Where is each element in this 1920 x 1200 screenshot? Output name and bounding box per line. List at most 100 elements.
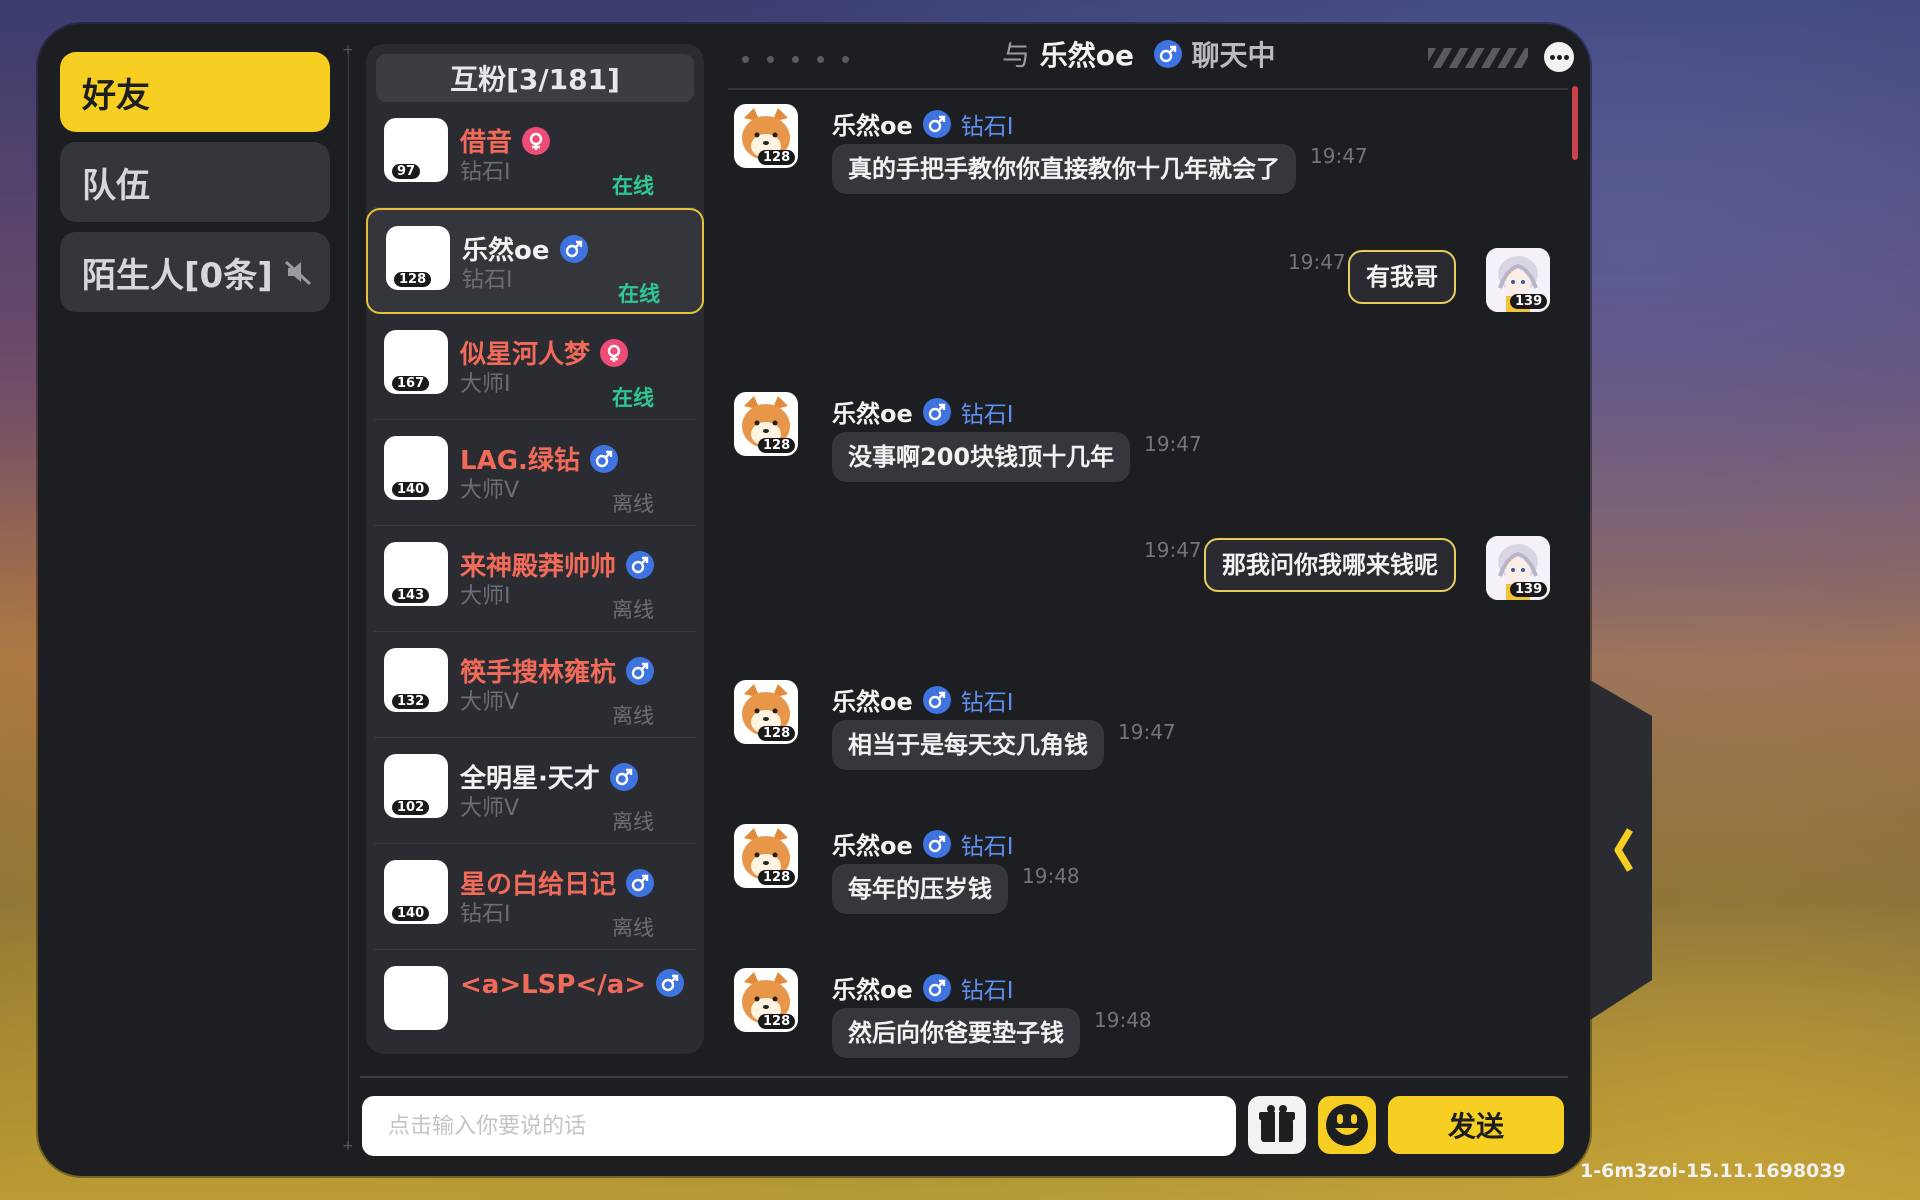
sender-rank: 钻石I [960,834,1014,860]
level-badge: 102 [392,800,430,815]
sender-line: 乐然oe 钻石I [832,682,1014,717]
category-tabs: 好友 队伍 陌生人[0条] [60,52,330,322]
friend-rank: 大师V [460,796,520,821]
level-badge: 140 [392,906,430,921]
message-time: 19:48 [1022,864,1080,888]
male-icon [589,444,618,473]
friend-rank: 大师I [460,584,511,609]
sender-line: 乐然oe 钻石I [832,106,1014,141]
message-bubble[interactable]: 有我哥 [1348,250,1456,304]
tab-label: 好友 [82,75,150,116]
message-bubble[interactable]: 然后向你爸要垫子钱 [832,1008,1080,1058]
friend-rank: 大师I [460,372,511,397]
emoji-button[interactable] [1318,1096,1376,1154]
male-icon [656,968,685,997]
level-badge: 139 [1510,582,1548,597]
partner-avatar[interactable]: 128 [734,968,798,1032]
friend-item[interactable]: 140 LAG.绿钻 大师V 离线 [374,420,696,526]
message-time: 19:47 [1310,144,1368,168]
chat-title-prefix: 与 [1002,39,1031,72]
female-icon [600,338,629,367]
friend-avatar: 140 [384,436,448,500]
sender-name: 乐然oe [832,832,913,860]
friend-status: 离线 [612,810,654,834]
gift-icon [1259,1105,1295,1142]
message-input[interactable] [362,1096,1236,1156]
message-text: 然后向你爸要垫子钱 [848,1019,1064,1047]
friend-avatar: 97 [384,118,448,182]
friend-rank: 钻石I [462,268,513,293]
male-icon [922,110,951,138]
friend-status: 在线 [618,282,660,306]
tab-label: 队伍 [82,165,150,206]
sender-rank: 钻石I [960,114,1014,140]
friend-item[interactable]: <a>LSP</a> [374,950,696,1054]
level-badge: 167 [392,376,430,391]
message-bubble[interactable]: 每年的压岁钱 [832,864,1008,914]
friend-item[interactable]: 97 借音 钻石I 在线 [374,102,696,208]
male-icon [922,398,951,426]
message-text: 有我哥 [1366,263,1438,291]
male-icon [1153,40,1182,68]
collapse-panel-tab[interactable] [1590,680,1652,1020]
male-icon [922,974,951,1002]
friend-rank: 大师V [460,478,520,503]
send-button[interactable]: 发送 [1388,1096,1564,1154]
message-text: 每年的压岁钱 [848,875,992,903]
message-bubble[interactable]: 没事啊200块钱顶十几年 [832,432,1131,482]
sender-name: 乐然oe [832,976,913,1004]
friend-list[interactable]: 互粉[3/181] 97 借音 钻石I 在线 128 乐然oe 钻石I 在线 167 似星河人梦大… [366,44,704,1054]
message-bubble[interactable]: 相当于是每天交几角钱 [832,720,1104,770]
message-text: 真的手把手教你你直接教你十几年就会了 [848,155,1280,183]
friend-name: <a>LSP</a> [460,968,685,1000]
friend-rank: 大师V [460,690,520,715]
male-icon [626,550,655,579]
tab-friends[interactable]: 好友 [60,52,330,132]
friend-status: 离线 [612,916,654,940]
gift-button[interactable] [1248,1096,1306,1154]
male-icon [922,830,951,858]
my-avatar[interactable]: 139 [1486,536,1550,600]
mute-icon[interactable] [282,256,314,288]
chat-title-suffix: 聊天中 [1191,39,1276,72]
female-icon [522,126,551,155]
partner-avatar[interactable]: 128 [734,104,798,168]
message-text: 没事啊200块钱顶十几年 [848,443,1115,471]
sender-line: 乐然oe 钻石I [832,826,1014,861]
sender-rank: 钻石I [960,690,1014,716]
friend-item[interactable]: 167 似星河人梦 大师I 在线 [374,314,696,420]
message-bubble[interactable]: 那我问你我哪来钱呢 [1204,538,1456,592]
male-icon [559,234,588,263]
friend-item[interactable]: 143 来神殿莽帅帅 大师I 离线 [374,526,696,632]
friend-avatar: 167 [384,330,448,394]
message-text: 那我问你我哪来钱呢 [1222,551,1438,579]
my-avatar[interactable]: 139 [1486,248,1550,312]
more-options-icon[interactable] [1544,42,1574,72]
level-badge: 139 [1510,294,1548,309]
tab-strangers[interactable]: 陌生人[0条] [60,232,330,312]
friend-item[interactable]: 128 乐然oe 钻石I 在线 [366,208,704,314]
partner-avatar[interactable]: 128 [734,680,798,744]
partner-avatar[interactable]: 128 [734,392,798,456]
tab-label: 陌生人[0条] [82,255,273,296]
message-time: 19:47 [1144,538,1202,562]
level-badge: 143 [392,588,430,603]
partner-avatar[interactable]: 128 [734,824,798,888]
friend-status: 离线 [612,598,654,622]
sender-name: 乐然oe [832,400,913,428]
chat-scrollbar[interactable] [1572,86,1578,160]
sender-name: 乐然oe [832,688,913,716]
level-badge: 128 [394,272,432,287]
message-text: 相当于是每天交几角钱 [848,731,1088,759]
friend-item[interactable]: 132 筷手搜林雍杭 大师V 离线 [374,632,696,738]
level-badge: 128 [758,1014,796,1029]
level-badge: 128 [758,150,796,165]
friend-item[interactable]: 140 星の白给日记 钻石I 离线 [374,844,696,950]
tab-team[interactable]: 队伍 [60,142,330,222]
friend-status: 在线 [612,386,654,410]
sender-name: 乐然oe [832,112,913,140]
friend-item[interactable]: 102 全明星·天才 大师V 离线 [374,738,696,844]
level-badge: 132 [392,694,430,709]
friend-status: 在线 [612,174,654,198]
message-bubble[interactable]: 真的手把手教你你直接教你十几年就会了 [832,144,1296,194]
